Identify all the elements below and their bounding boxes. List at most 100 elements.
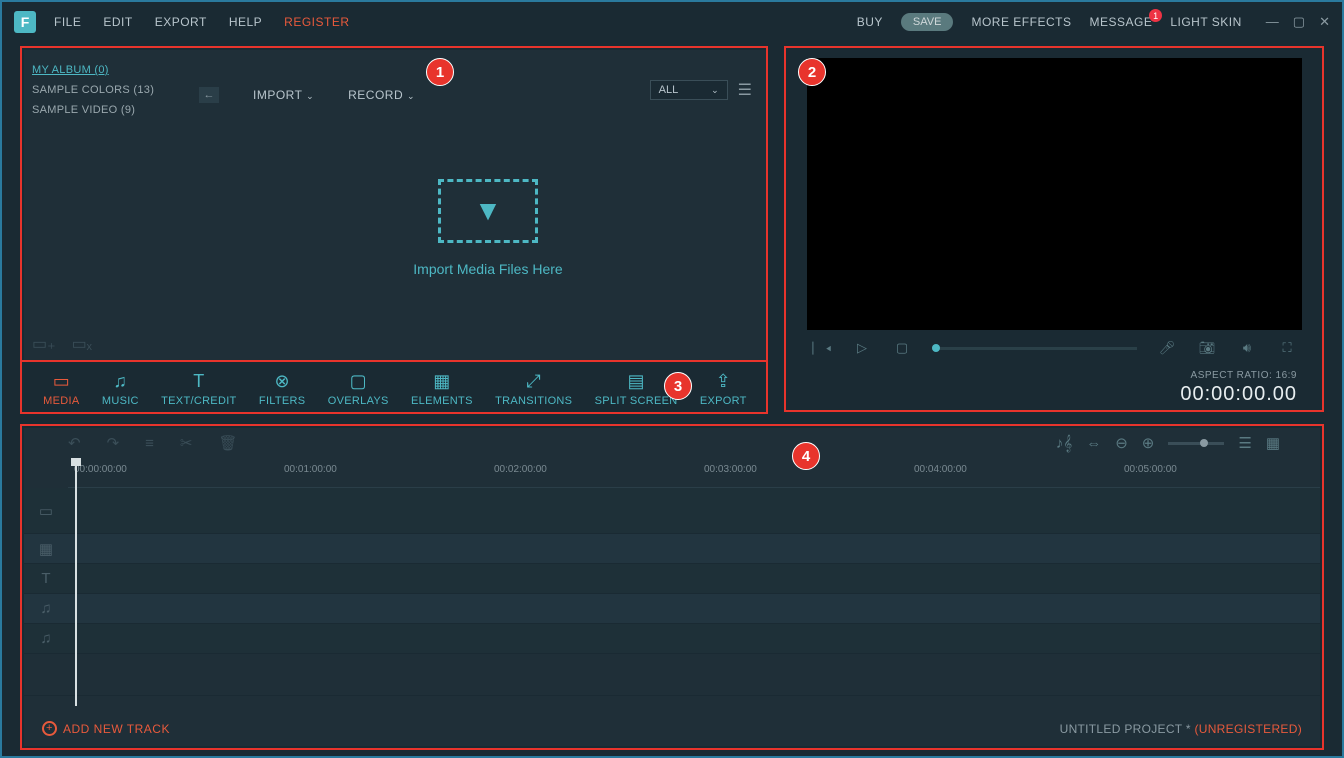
light-skin-link[interactable]: LIGHT SKIN bbox=[1170, 15, 1241, 29]
timeline-toolbar: ↶ ↷ ≡ ✂ 🗑︎ ♪𝄞 ⇔ ⊖ ⊕ ☰ ▦ bbox=[24, 428, 1320, 458]
fit-icon[interactable]: ▦ bbox=[1266, 434, 1280, 452]
more-effects-link[interactable]: MORE EFFECTS bbox=[971, 15, 1071, 29]
timeline-ruler[interactable]: 00:00:00:00 00:01:00:00 00:02:00:00 00:0… bbox=[68, 458, 1320, 488]
redo-icon[interactable]: ↷ bbox=[107, 434, 120, 452]
fullscreen-icon[interactable]: ⛶ bbox=[1267, 340, 1307, 356]
edit-icon[interactable]: ≡ bbox=[145, 435, 154, 452]
play-button[interactable]: ▷ bbox=[842, 340, 882, 356]
add-track-button[interactable]: + ADD NEW TRACK bbox=[42, 721, 170, 736]
tab-bar: ▭MEDIA ♫ MUSIC TTEXT/CREDIT ⊗ FILTERS ▢ OVE… bbox=[24, 364, 766, 414]
audio-track-icon: ♫ bbox=[24, 600, 68, 617]
text-track[interactable]: T bbox=[24, 564, 1320, 594]
close-icon[interactable]: ✕ bbox=[1319, 14, 1330, 30]
tab-text[interactable]: TTEXT/CREDIT bbox=[161, 371, 236, 407]
menu-export[interactable]: EXPORT bbox=[155, 15, 207, 29]
transition-icon: ⤢ bbox=[526, 371, 541, 391]
stop-button[interactable]: ▢ bbox=[882, 340, 922, 356]
tab-overlays[interactable]: ▢ OVERLAYS bbox=[328, 371, 389, 407]
tab-music[interactable]: ♫ MUSIC bbox=[102, 371, 139, 407]
split-icon: ▤ bbox=[627, 371, 644, 391]
timeline-panel: ↶ ↷ ≡ ✂ 🗑︎ ♪𝄞 ⇔ ⊖ ⊕ ☰ ▦ 00:00:00:00 00:0… bbox=[24, 428, 1320, 746]
import-dropzone[interactable]: ▼ Import Media Files Here bbox=[224, 110, 752, 346]
video-track-icon: ▭ bbox=[24, 502, 68, 520]
tab-label: OVERLAYS bbox=[328, 395, 389, 407]
message-label: MESSAGE bbox=[1089, 15, 1152, 29]
sidebar-item-sample-colors[interactable]: SAMPLE COLORS (13) bbox=[32, 80, 191, 100]
prev-frame-button[interactable]: ⎸◂ bbox=[802, 340, 842, 356]
tab-media[interactable]: ▭MEDIA bbox=[43, 371, 79, 407]
tab-split-screen[interactable]: ▤SPLIT SCREEN bbox=[595, 371, 678, 407]
zoom-in-icon[interactable]: ⊕ bbox=[1142, 434, 1155, 452]
sidebar-item-sample-video[interactable]: SAMPLE VIDEO (9) bbox=[32, 100, 191, 120]
seek-handle[interactable] bbox=[932, 344, 940, 352]
ruler-tick: 00:00:00:00 bbox=[74, 464, 127, 475]
dropzone-box: ▼ bbox=[438, 179, 538, 243]
record-dropdown[interactable]: RECORD ⌄ bbox=[348, 88, 415, 102]
menu-register[interactable]: REGISTER bbox=[284, 15, 349, 29]
menu-icon[interactable]: ☰ bbox=[1238, 434, 1251, 452]
delete-icon[interactable]: 🗑︎ bbox=[219, 434, 238, 452]
filter-icon: ⊗ bbox=[274, 371, 289, 391]
maximize-icon[interactable]: ▢ bbox=[1293, 14, 1305, 30]
zoom-handle[interactable] bbox=[1200, 439, 1208, 447]
undo-icon[interactable]: ↶ bbox=[68, 434, 81, 452]
tab-transitions[interactable]: ⤢ TRANSITIONS bbox=[495, 371, 572, 407]
mic-icon[interactable]: 🎤︎ bbox=[1147, 340, 1187, 356]
playhead[interactable] bbox=[75, 458, 77, 706]
snapshot-icon[interactable]: 📷︎ bbox=[1187, 340, 1227, 356]
tab-label: EXPORT bbox=[700, 395, 747, 407]
import-dropdown[interactable]: IMPORT ⌄ bbox=[253, 88, 314, 102]
cut-icon[interactable]: ✂ bbox=[180, 434, 193, 452]
text-track-icon: T bbox=[24, 570, 68, 587]
preview-panel: ⎸◂ ▷ ▢ 🎤︎ 📷︎ 🔊︎ ⛶ ASPECT RATIO: 16:9 00:… bbox=[788, 50, 1321, 410]
buy-link[interactable]: BUY bbox=[857, 15, 883, 29]
tab-filters[interactable]: ⊗ FILTERS bbox=[259, 371, 306, 407]
zoom-slider[interactable] bbox=[1168, 442, 1224, 445]
overlay-icon: ▢ bbox=[350, 371, 367, 391]
image-track[interactable]: ▦ bbox=[24, 534, 1320, 564]
tab-label: MEDIA bbox=[43, 395, 79, 407]
tab-elements[interactable]: ▦ ELEMENTS bbox=[411, 371, 473, 407]
audio-track-2[interactable]: ♫ bbox=[24, 624, 1320, 654]
menu-edit[interactable]: EDIT bbox=[103, 15, 132, 29]
add-folder-icon[interactable]: ▭₊ bbox=[32, 334, 56, 354]
save-button[interactable]: SAVE bbox=[901, 13, 954, 31]
audio-track-1[interactable]: ♫ bbox=[24, 594, 1320, 624]
app-logo: F bbox=[14, 11, 36, 33]
music-icon: ♫ bbox=[113, 371, 127, 391]
menu-file[interactable]: FILE bbox=[54, 15, 81, 29]
minimize-icon[interactable]: — bbox=[1266, 14, 1279, 30]
timeline-tracks: ▭ ▦ T ♫ ♫ bbox=[24, 488, 1320, 696]
message-link[interactable]: MESSAGE 1 bbox=[1089, 15, 1152, 29]
ruler-tick: 00:01:00:00 bbox=[284, 464, 337, 475]
filter-select[interactable]: ALL ⌄ bbox=[650, 80, 728, 100]
project-status: UNTITLED PROJECT * (UNREGISTERED) bbox=[1060, 722, 1302, 736]
top-menu-bar: F FILE EDIT EXPORT HELP REGISTER BUY SAV… bbox=[2, 2, 1342, 42]
zoom-out-icon[interactable]: ⊖ bbox=[1115, 434, 1128, 452]
audio-mixer-icon[interactable]: ♪𝄞 bbox=[1056, 435, 1072, 452]
download-arrow-icon: ▼ bbox=[474, 195, 502, 227]
tab-label: TRANSITIONS bbox=[495, 395, 572, 407]
message-badge: 1 bbox=[1149, 9, 1162, 22]
marker-icon[interactable]: ⇔ bbox=[1086, 435, 1101, 452]
timecode-display: 00:00:00.00 bbox=[812, 383, 1297, 406]
tab-label: FILTERS bbox=[259, 395, 306, 407]
back-arrow-icon[interactable]: ← bbox=[199, 87, 219, 103]
chevron-down-icon: ⌄ bbox=[711, 85, 719, 96]
sidebar-item-my-album[interactable]: MY ALBUM (0) bbox=[32, 60, 191, 80]
seek-bar[interactable] bbox=[932, 347, 1137, 350]
remove-folder-icon[interactable]: ▭ₓ bbox=[72, 334, 92, 354]
tab-label: MUSIC bbox=[102, 395, 139, 407]
menu-help[interactable]: HELP bbox=[229, 15, 262, 29]
empty-track[interactable] bbox=[24, 654, 1320, 696]
filter-label: ALL bbox=[659, 84, 679, 96]
tab-label: ELEMENTS bbox=[411, 395, 473, 407]
image-track-icon: ▦ bbox=[24, 540, 68, 558]
list-view-icon[interactable]: ☰ bbox=[738, 80, 752, 100]
volume-icon[interactable]: 🔊︎ bbox=[1227, 340, 1267, 356]
elements-icon: ▦ bbox=[433, 371, 450, 391]
video-track[interactable]: ▭ bbox=[24, 488, 1320, 534]
tab-export[interactable]: ⇪EXPORT bbox=[700, 371, 747, 407]
ruler-tick: 00:04:00:00 bbox=[914, 464, 967, 475]
tab-label: TEXT/CREDIT bbox=[161, 395, 236, 407]
